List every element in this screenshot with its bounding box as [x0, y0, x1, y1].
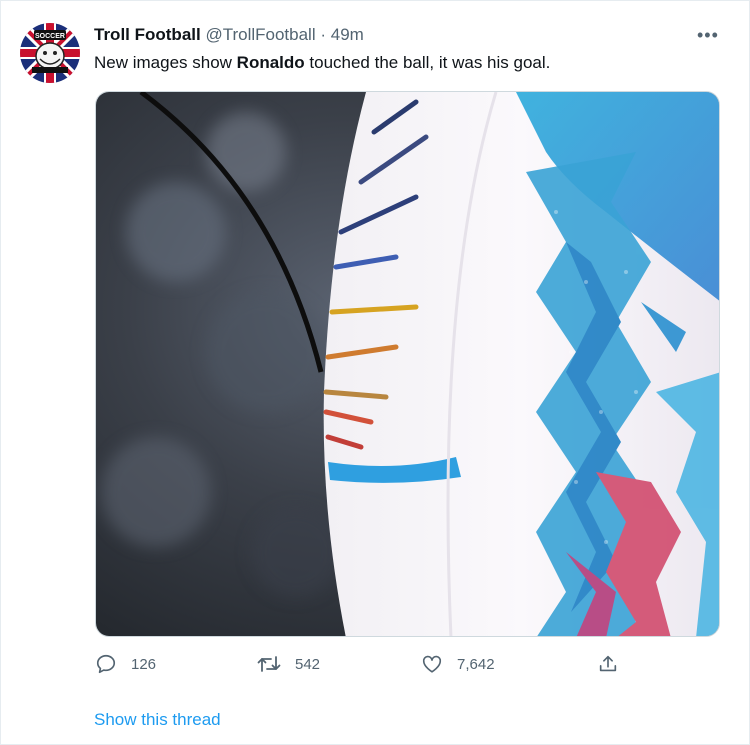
tweet-text-end: touched the ball, it was his goal.: [304, 53, 551, 72]
tweet-card[interactable]: SOCCER Troll Football @TrollFootball · 4…: [0, 0, 750, 745]
share-icon: [599, 655, 617, 672]
ball-closeup-image: [96, 92, 719, 636]
reply-icon: [96, 654, 116, 674]
tweet-actions-bar: 126 542 7,642: [1, 653, 750, 679]
retweet-icon: [257, 656, 281, 672]
retweet-button[interactable]: 542: [257, 653, 320, 675]
tweet-media-image[interactable]: [95, 91, 720, 637]
avatar[interactable]: SOCCER: [20, 23, 80, 83]
tweet-text-bold: Ronaldo: [236, 53, 305, 72]
more-horizontal-icon[interactable]: •••: [697, 25, 719, 45]
union-jack-troll-logo: SOCCER: [20, 23, 80, 83]
tweet-timestamp[interactable]: 49m: [331, 25, 364, 44]
tweet-text: New images show Ronaldo touched the ball…: [94, 53, 550, 73]
show-thread-link[interactable]: Show this thread: [94, 710, 221, 730]
like-count: 7,642: [457, 655, 495, 673]
author-name[interactable]: Troll Football: [94, 25, 201, 44]
retweet-count: 542: [295, 655, 321, 673]
separator-dot: ·: [320, 25, 327, 44]
like-button[interactable]: 7,642: [421, 653, 495, 675]
reply-button[interactable]: 126: [95, 653, 156, 675]
share-button[interactable]: [597, 653, 619, 675]
reply-count: 126: [131, 655, 157, 673]
svg-text:SOCCER: SOCCER: [35, 33, 65, 40]
tweet-text-start: New images show: [94, 53, 237, 72]
author-handle[interactable]: @TrollFootball: [205, 25, 315, 44]
heart-icon: [422, 655, 442, 673]
tweet-header: Troll Football @TrollFootball · 49m: [94, 25, 364, 45]
